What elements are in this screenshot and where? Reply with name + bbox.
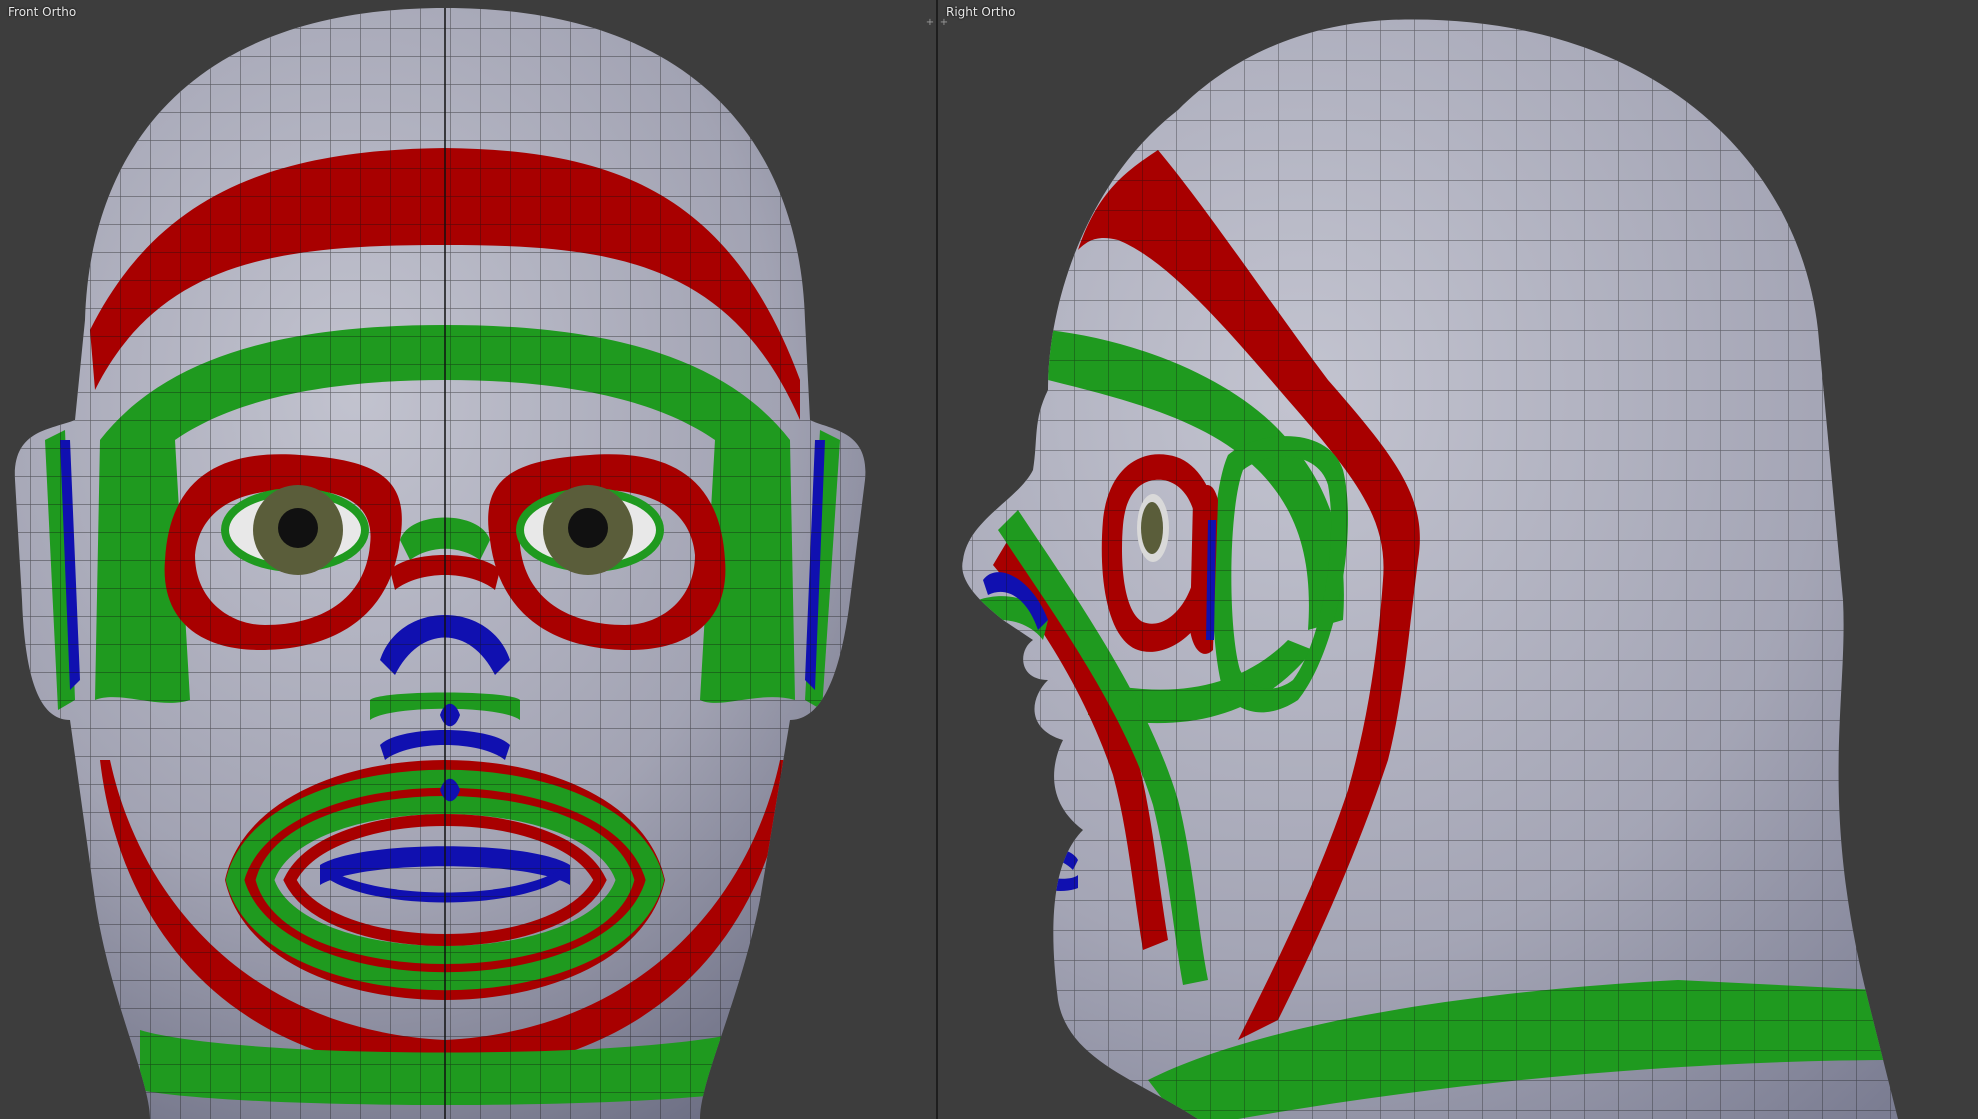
viewport-label-right: Right Ortho [946, 5, 1016, 19]
right-eye [516, 485, 664, 575]
side-head-mesh[interactable] [938, 0, 1978, 1119]
area-split-widget[interactable]: + + [923, 16, 951, 30]
front-ortho-viewport[interactable]: Front Ortho [0, 0, 936, 1119]
plus-icon[interactable]: + [925, 18, 935, 28]
front-head-mesh[interactable] [0, 0, 936, 1119]
nostril-side-red [978, 730, 1038, 760]
wireframe-overlay [14, 8, 866, 1119]
plus-icon[interactable]: + [939, 18, 949, 28]
left-eye [221, 485, 369, 575]
viewport-label-front: Front Ortho [8, 5, 77, 19]
wireframe-overlay-side [962, 19, 1898, 1119]
right-ortho-viewport[interactable]: Right Ortho [938, 0, 1978, 1119]
side-eye [1137, 494, 1169, 562]
